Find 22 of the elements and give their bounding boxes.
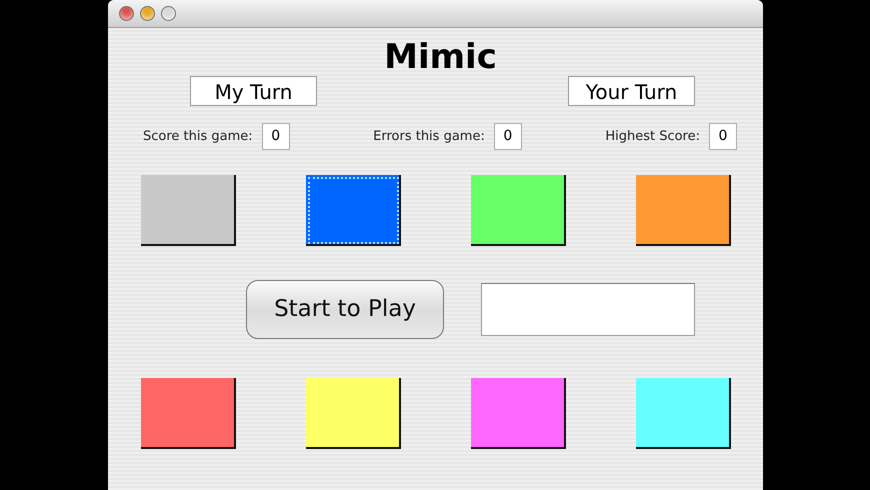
- color-square[interactable]: [306, 175, 401, 246]
- score-label: Score this game:: [143, 129, 253, 144]
- turn-indicator: My Turn: [190, 76, 317, 106]
- color-square[interactable]: [306, 378, 401, 449]
- start-button[interactable]: Start to Play: [246, 280, 444, 338]
- color-square[interactable]: [141, 175, 236, 246]
- message-field[interactable]: [481, 282, 695, 336]
- score-label: Highest Score:: [605, 129, 700, 144]
- color-square[interactable]: [471, 378, 566, 449]
- color-square[interactable]: [141, 378, 236, 449]
- score-field: 0: [262, 123, 290, 150]
- color-square[interactable]: [636, 378, 731, 449]
- window-button[interactable]: [140, 6, 155, 21]
- window-button[interactable]: [161, 6, 176, 21]
- color-square[interactable]: [471, 175, 566, 246]
- window-button[interactable]: [119, 6, 134, 21]
- score-field: 0: [494, 123, 522, 150]
- score-field: 0: [708, 123, 737, 150]
- game-title: Mimic: [383, 40, 497, 74]
- score-label: Errors this game:: [373, 129, 485, 144]
- color-square[interactable]: [636, 175, 731, 246]
- turn-indicator: Your Turn: [568, 76, 695, 106]
